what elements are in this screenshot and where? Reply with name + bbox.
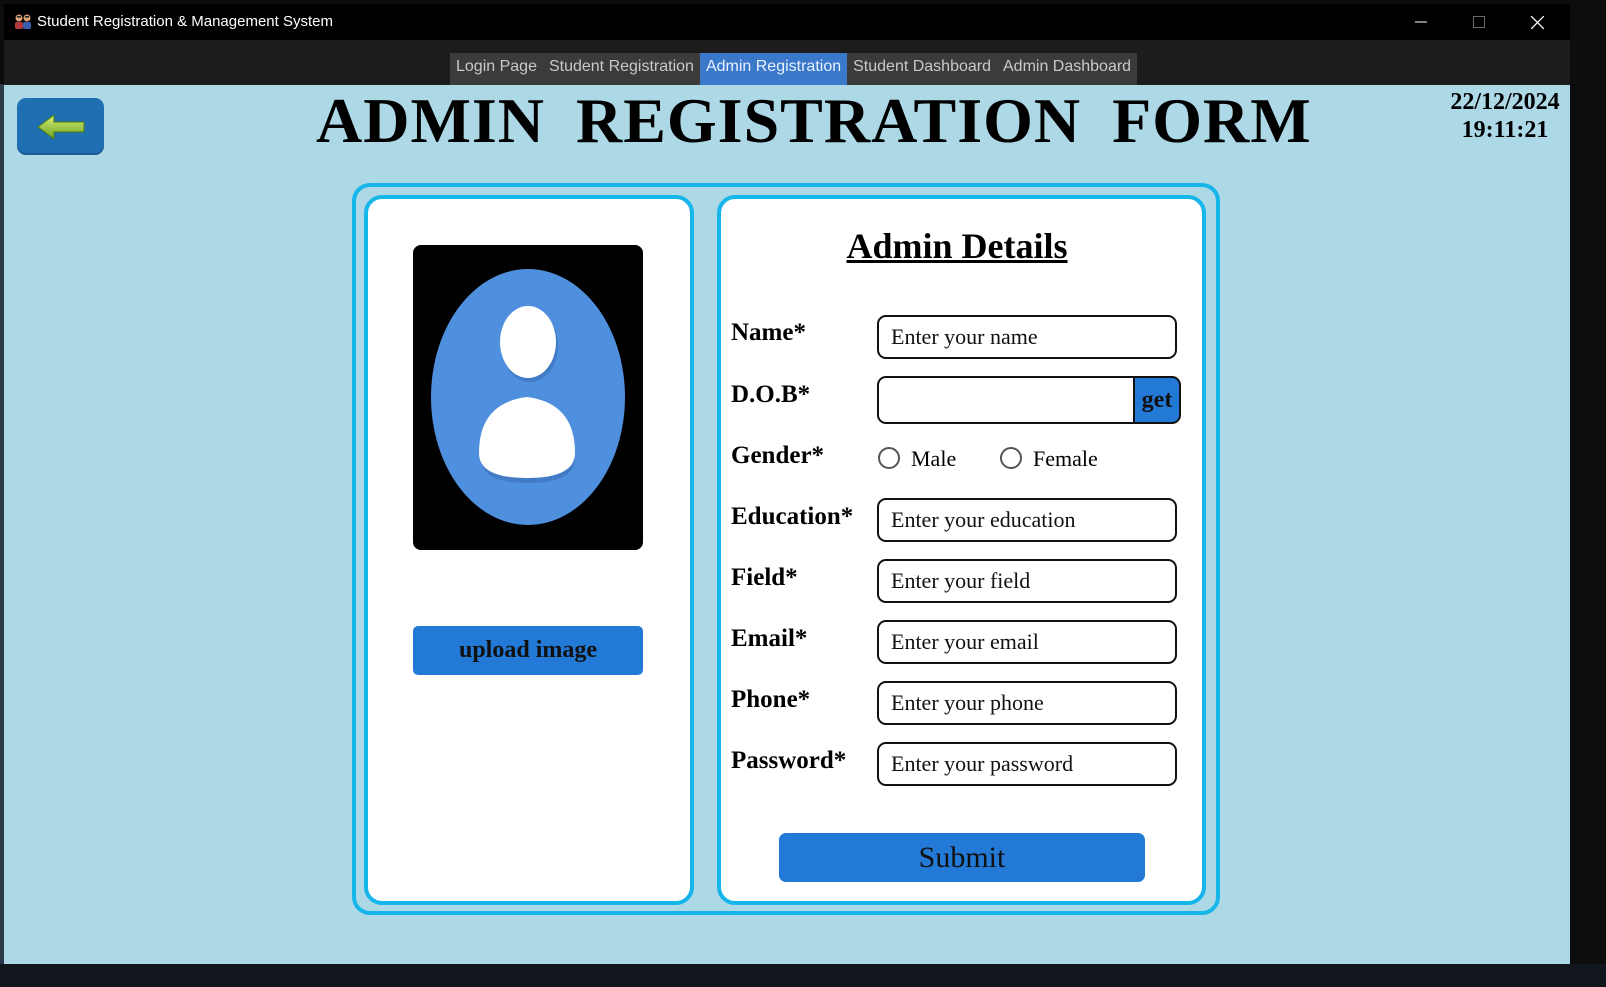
close-button[interactable] bbox=[1508, 4, 1566, 40]
submit-button[interactable]: Submit bbox=[779, 833, 1145, 882]
desktop-right-edge bbox=[1570, 0, 1606, 987]
field-label: Field* bbox=[731, 564, 798, 591]
education-input[interactable] bbox=[877, 498, 1177, 542]
photo-card: upload image bbox=[364, 195, 694, 905]
dob-label: D.O.B* bbox=[731, 381, 811, 408]
tab-student-dashboard[interactable]: Student Dashboard bbox=[847, 53, 997, 85]
gender-female-label: Female bbox=[1033, 446, 1098, 471]
tab-student-registration[interactable]: Student Registration bbox=[543, 53, 700, 85]
date-text: 22/12/2024 bbox=[1450, 89, 1560, 115]
time-text: 19:11:21 bbox=[1461, 117, 1549, 143]
nav-bar: Login Page Student Registration Admin Re… bbox=[4, 40, 1570, 85]
gender-label: Gender* bbox=[731, 442, 825, 469]
tab-admin-registration[interactable]: Admin Registration bbox=[699, 53, 848, 85]
app-window: Student Registration & Management System… bbox=[4, 4, 1570, 964]
close-icon bbox=[1530, 15, 1544, 29]
tab-login-page[interactable]: Login Page bbox=[450, 53, 543, 85]
phone-input[interactable] bbox=[877, 681, 1177, 725]
window-title: Student Registration & Management System bbox=[37, 13, 333, 30]
email-label: Email* bbox=[731, 625, 808, 652]
minimize-button[interactable] bbox=[1392, 4, 1450, 40]
education-label: Education* bbox=[731, 503, 854, 530]
app-students-icon bbox=[15, 14, 31, 29]
maximize-button[interactable] bbox=[1450, 4, 1508, 40]
maximize-icon bbox=[1473, 16, 1485, 28]
gender-male-radio[interactable] bbox=[878, 447, 900, 469]
email-input[interactable] bbox=[877, 620, 1177, 664]
admin-details-card: Admin Details Name* D.O.B* get Gender* M… bbox=[717, 195, 1206, 905]
user-avatar-icon bbox=[431, 269, 625, 525]
profile-image bbox=[413, 245, 643, 550]
dob-input[interactable] bbox=[877, 376, 1135, 424]
desktop-bottom-edge bbox=[0, 964, 1606, 987]
phone-label: Phone* bbox=[731, 686, 811, 713]
nav-tabs: Login Page Student Registration Admin Re… bbox=[450, 53, 1138, 85]
gender-female-radio[interactable] bbox=[1000, 447, 1022, 469]
title-bar: Student Registration & Management System bbox=[4, 4, 1570, 40]
arrow-left-icon bbox=[36, 113, 84, 140]
field-input[interactable] bbox=[877, 559, 1177, 603]
get-date-button[interactable]: get bbox=[1133, 376, 1181, 424]
password-label: Password* bbox=[731, 747, 847, 774]
gender-male-label: Male bbox=[911, 446, 957, 471]
password-input[interactable] bbox=[877, 742, 1177, 786]
back-button[interactable] bbox=[17, 98, 104, 155]
upload-image-button[interactable]: upload image bbox=[413, 626, 643, 675]
admin-details-title: Admin Details bbox=[846, 226, 1068, 266]
datetime-display: 22/12/2024 19:11:21 bbox=[1440, 88, 1570, 144]
minimize-icon bbox=[1415, 21, 1427, 23]
name-input[interactable] bbox=[877, 315, 1177, 359]
page-title: ADMIN REGISTRATION FORM bbox=[316, 85, 1312, 156]
tab-admin-dashboard[interactable]: Admin Dashboard bbox=[997, 53, 1137, 85]
name-label: Name* bbox=[731, 319, 806, 346]
